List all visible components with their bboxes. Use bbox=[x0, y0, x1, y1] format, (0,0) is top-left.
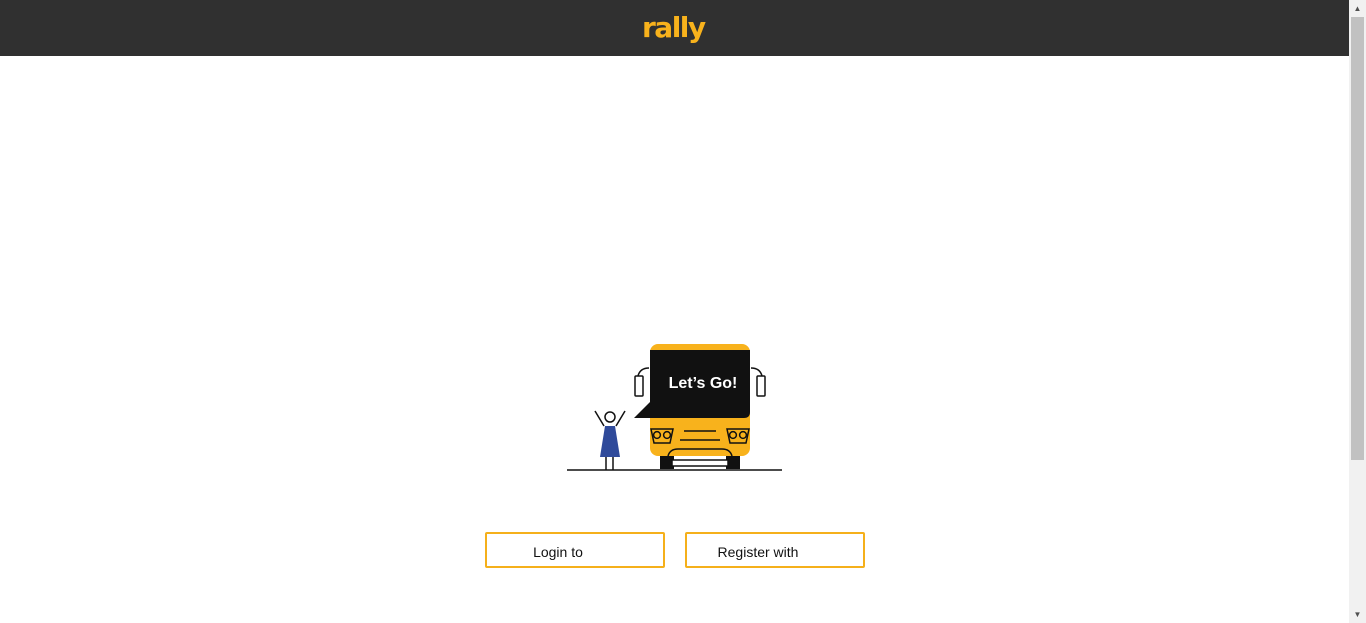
rally-logo[interactable]: rally bbox=[642, 12, 708, 44]
scroll-down-arrow-icon[interactable]: ▼ bbox=[1349, 606, 1366, 623]
register-button[interactable]: Register with bbox=[685, 532, 865, 568]
lets-go-speech-text: Let’s Go! bbox=[669, 375, 738, 392]
waving-person-illustration bbox=[594, 410, 626, 470]
bus-illustration bbox=[634, 344, 766, 469]
scrollbar-thumb[interactable] bbox=[1351, 17, 1364, 460]
lets-go-bus-illustration: Let’s Go! bbox=[567, 344, 782, 471]
login-button[interactable]: Login to bbox=[485, 532, 665, 568]
vertical-scrollbar[interactable]: ▲ ▼ bbox=[1349, 0, 1366, 623]
register-button-label: Register with bbox=[717, 544, 799, 560]
top-navigation-bar: rally bbox=[0, 0, 1349, 56]
scroll-up-arrow-icon[interactable]: ▲ bbox=[1349, 0, 1366, 17]
login-button-label: Login to bbox=[533, 544, 583, 560]
